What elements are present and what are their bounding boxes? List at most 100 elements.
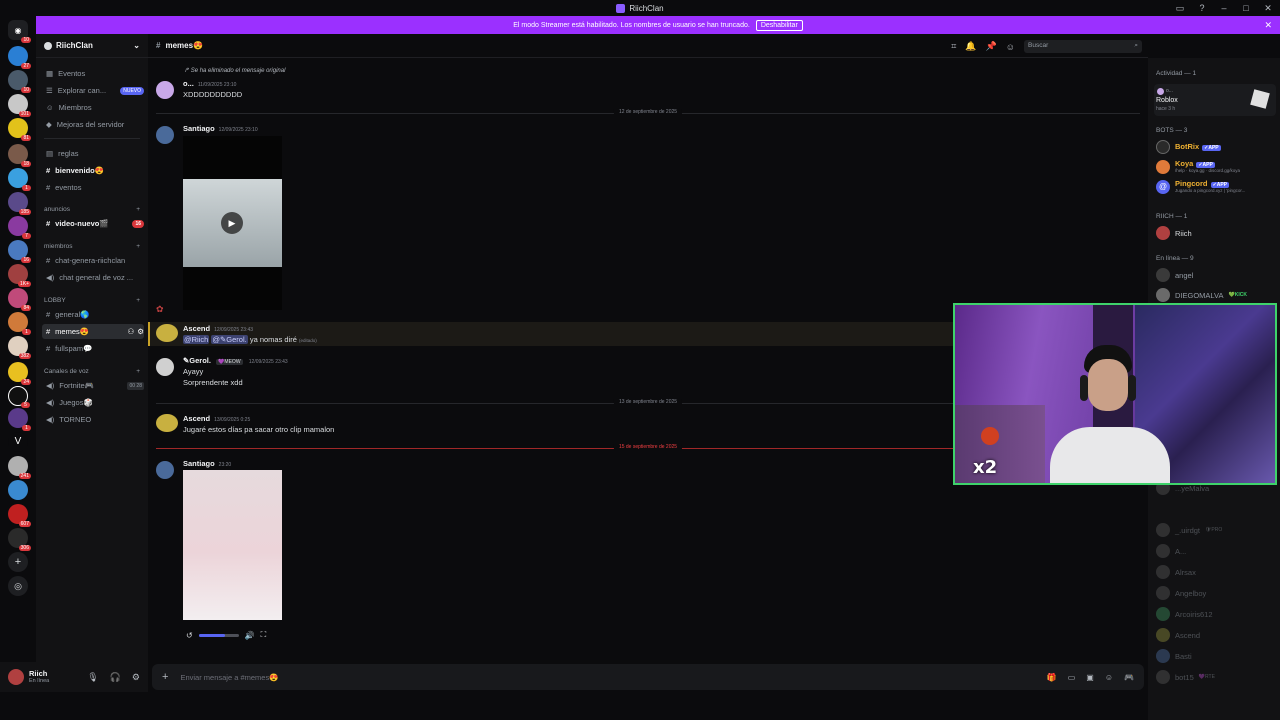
home-icon[interactable]: ◉ 10 <box>8 20 31 43</box>
sidebar-item-events[interactable]: ▦ Eventos <box>42 66 144 81</box>
sidebar-item-members[interactable]: ☺ Miembros <box>42 100 144 115</box>
add-channel-icon[interactable]: + <box>136 243 140 250</box>
server-icon[interactable]: V <box>8 432 28 452</box>
minimize-icon[interactable]: – <box>1218 2 1230 14</box>
server-icon[interactable]: 1K+ <box>8 264 31 287</box>
member-offline[interactable]: Ascend <box>1156 627 1276 643</box>
apps-icon[interactable]: 🎮 <box>1124 673 1134 682</box>
server-icon[interactable]: 7 <box>8 216 31 239</box>
server-icon[interactable]: 306 <box>8 528 31 551</box>
message-composer[interactable]: + Enviar mensaje a #memes😍 🎁 ▭ ▣ ☺ 🎮 <box>152 664 1144 690</box>
member-pingcord[interactable]: @ Pingcord ✓APP Jugando a pingcord.xyz | 'p… <box>1156 179 1276 195</box>
server-icon[interactable]: 5 <box>8 386 30 408</box>
channel-torneo[interactable]: ◀) TORNEO <box>42 412 144 427</box>
close-banner-icon[interactable]: ✕ <box>1264 20 1272 31</box>
member-offline[interactable]: Angelboy <box>1156 585 1276 601</box>
help-icon[interactable]: ? <box>1196 2 1208 14</box>
member-koya[interactable]: Koya ✓APP/help · koya.gg · discord.gg/koy… <box>1156 159 1276 175</box>
discover-icon[interactable]: ◎ <box>8 576 28 596</box>
server-icon[interactable]: 84 <box>8 288 31 311</box>
author[interactable]: Ascend <box>183 414 210 423</box>
channel-fullspam[interactable]: # fullspam💬 <box>42 341 144 356</box>
channel-general[interactable]: # general🌎 <box>42 307 144 322</box>
avatar[interactable] <box>8 669 24 685</box>
server-icon[interactable]: 16 <box>8 240 31 263</box>
category-voz[interactable]: Canales de voz + <box>44 368 140 375</box>
add-channel-icon[interactable]: + <box>136 297 140 304</box>
message-input[interactable]: Enviar mensaje a #memes😍 <box>180 673 278 682</box>
volume-icon[interactable]: 🔊 <box>245 631 255 640</box>
gear-icon[interactable]: ⚙ <box>132 672 140 683</box>
member-offline[interactable]: Basti <box>1156 648 1276 664</box>
server-icon[interactable]: 10 <box>8 70 31 93</box>
avatar[interactable] <box>156 126 174 144</box>
author[interactable]: Santiago <box>183 459 215 468</box>
replay-icon[interactable]: ↺ <box>186 631 193 640</box>
close-window-icon[interactable]: ✕ <box>1262 2 1274 14</box>
server-icon[interactable]: 1 <box>8 168 31 191</box>
sticker-picker-icon[interactable]: ▣ <box>1086 673 1094 682</box>
invite-icon[interactable]: ⚇ <box>128 327 135 336</box>
emoji-icon[interactable]: ☺ <box>1105 673 1113 682</box>
member-diegomalva[interactable]: DIEGOMALVA 💚KICK <box>1156 287 1276 303</box>
avatar[interactable] <box>156 324 178 342</box>
pin-icon[interactable]: 📌 <box>986 41 997 52</box>
disable-streamer-button[interactable]: Deshabilitar <box>755 19 803 31</box>
avatar[interactable] <box>156 461 174 479</box>
attach-icon[interactable]: + <box>162 671 168 683</box>
server-icon[interactable]: 27 <box>8 46 31 69</box>
video-player[interactable] <box>183 470 282 620</box>
channel-video-nuevo[interactable]: # video-nuevo🎬 16 <box>42 216 144 231</box>
member-botrix[interactable]: BotRix ✓APP <box>1156 139 1276 155</box>
play-icon[interactable]: ▶ <box>221 212 243 234</box>
member-riich[interactable]: Riich <box>1156 225 1276 241</box>
author[interactable]: o... <box>183 79 194 88</box>
add-server-icon[interactable]: + <box>8 552 28 572</box>
channel-fortnite[interactable]: ◀) Fortnite🎮 00 28 <box>42 378 144 393</box>
inbox-icon[interactable]: ▭ <box>1174 2 1186 14</box>
sidebar-item-browse[interactable]: ☰ Explorar can... NUEVO <box>42 83 144 98</box>
server-icon[interactable]: 18 <box>8 144 31 167</box>
channel-chat-genera[interactable]: # chat-genera-riichclan <box>42 253 144 268</box>
headphones-icon[interactable]: 🎧 <box>110 672 121 683</box>
bell-icon[interactable]: 🔔 <box>965 41 976 52</box>
reply-reference[interactable]: ↱ Se ha eliminado el mensaje original <box>184 67 285 74</box>
server-icon[interactable]: 24 <box>8 362 31 385</box>
avatar[interactable] <box>156 358 174 376</box>
server-icon[interactable]: 101 <box>8 94 31 117</box>
volume-slider[interactable] <box>198 633 239 637</box>
member-offline[interactable]: Alrsax <box>1156 564 1276 580</box>
maximize-icon[interactable]: □ <box>1240 2 1252 14</box>
category-lobby[interactable]: LOBBY + <box>44 297 140 304</box>
category-anuncios[interactable]: anuncios + <box>44 206 140 213</box>
channel-voice-general[interactable]: ◀) chat general de voz ... <box>42 270 144 285</box>
server-icon[interactable]: 81 <box>8 118 31 141</box>
server-icon[interactable]: 1 <box>8 312 31 335</box>
avatar[interactable] <box>156 414 178 432</box>
server-icon[interactable]: 241 <box>8 456 31 479</box>
gift-icon[interactable]: 🎁 <box>1047 673 1057 682</box>
avatar[interactable] <box>156 81 174 99</box>
server-icon[interactable] <box>8 480 28 500</box>
activity-card[interactable]: o... Roblox hace 3 h <box>1154 84 1276 116</box>
member-offline[interactable]: _.uirdgt 🛡PRO <box>1156 522 1276 538</box>
gif-icon[interactable]: ▭ <box>1068 673 1076 682</box>
member-angel[interactable]: angel <box>1156 267 1276 283</box>
channel-bienvenido[interactable]: # bienvenido😍 <box>42 163 144 178</box>
members-list-icon[interactable]: ☺ <box>1006 42 1015 52</box>
threads-icon[interactable]: ⌗ <box>951 41 956 52</box>
channel-memes[interactable]: # memes😍 ⚇ ⚙ <box>42 324 144 339</box>
member-offline[interactable]: A... <box>1156 543 1276 559</box>
channel-eventos[interactable]: # eventos <box>42 180 144 195</box>
member-offline[interactable]: Arcoiris612 <box>1156 606 1276 622</box>
server-header[interactable]: RiichClan ⌄ <box>36 34 148 58</box>
sidebar-item-boosts[interactable]: ◆ Mejoras del servidor <box>42 117 144 132</box>
category-miembros[interactable]: miembros + <box>44 243 140 250</box>
microphone-icon[interactable]: 🎙 <box>87 672 98 683</box>
channel-reglas[interactable]: ▤ reglas <box>42 146 144 161</box>
search-input[interactable]: Buscar ⌕ <box>1024 40 1142 53</box>
channel-juegos[interactable]: ◀) Juegos🎲 <box>42 395 144 410</box>
mention[interactable]: @✎Gerol. <box>211 335 248 344</box>
settings-icon[interactable]: ⚙ <box>137 327 144 336</box>
add-channel-icon[interactable]: + <box>136 368 140 375</box>
